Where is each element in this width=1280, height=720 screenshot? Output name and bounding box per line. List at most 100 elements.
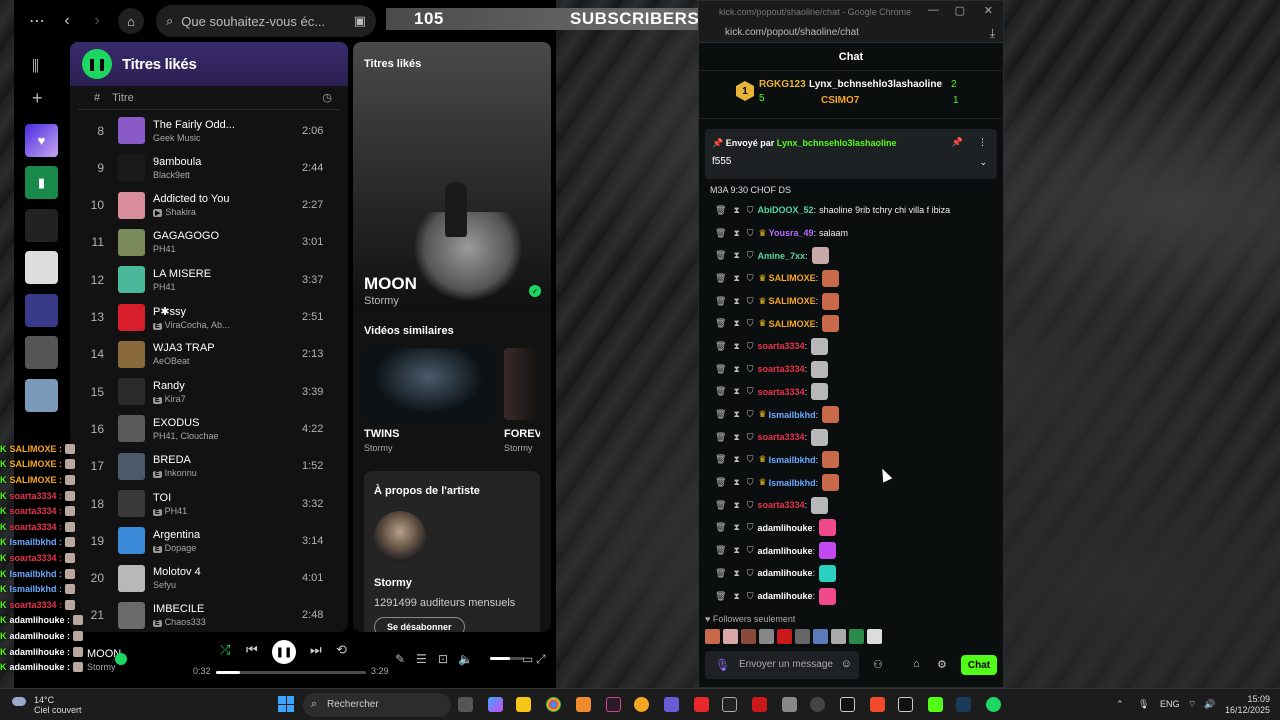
spotify-icon[interactable] (986, 697, 1001, 712)
taskbar-search[interactable]: ⌕ Rechercher (303, 693, 451, 717)
timeout-icon[interactable]: ⧗ (733, 228, 739, 239)
track-name[interactable]: Argentina (153, 529, 302, 541)
emote[interactable] (831, 629, 846, 644)
library-icon[interactable]: ⫼ (32, 58, 39, 75)
track-artist[interactable]: Kira7 (165, 394, 186, 404)
back-icon[interactable]: ‹ (58, 12, 76, 30)
ban-icon[interactable]: ⛉ (747, 522, 754, 533)
video-title[interactable]: FOREVI (504, 428, 540, 440)
liked-songs-thumb[interactable]: ♥ (25, 124, 58, 157)
app-icon[interactable] (606, 697, 621, 712)
chat-username[interactable]: Yousra_49 (769, 228, 814, 238)
app-icon[interactable] (722, 697, 737, 712)
emote[interactable] (813, 629, 828, 644)
delete-icon[interactable]: 🗑 (715, 545, 726, 556)
microphone-icon[interactable]: 🎙 (1138, 699, 1149, 710)
delete-icon[interactable]: 🗑 (715, 296, 726, 307)
saved-episodes-thumb[interactable]: ▮ (25, 166, 58, 199)
ban-icon[interactable]: ⛉ (747, 318, 754, 329)
progress-bar[interactable] (216, 671, 366, 674)
playlist-thumb[interactable] (25, 251, 58, 284)
delete-icon[interactable]: 🗑 (715, 500, 726, 511)
liked-check-icon[interactable] (115, 653, 127, 665)
ban-icon[interactable]: ⛉ (747, 477, 754, 488)
delete-icon[interactable]: 🗑 (715, 454, 726, 465)
microphone-icon[interactable]: 🎙 (715, 658, 730, 672)
emote[interactable] (759, 629, 774, 644)
chat-username[interactable]: soarta3334 (758, 341, 805, 351)
file-explorer-icon[interactable] (516, 697, 531, 712)
track-name[interactable]: Randy (153, 380, 302, 392)
track-row[interactable]: 15 Randy E Kira7 3:39 (70, 373, 348, 410)
chevron-up-icon[interactable]: ⌃ (1116, 699, 1124, 710)
timeout-icon[interactable]: ⧗ (733, 364, 739, 375)
ban-icon[interactable]: ⛉ (747, 364, 754, 375)
track-artist[interactable]: PH41 (153, 244, 176, 254)
ban-icon[interactable]: ⛉ (747, 432, 754, 443)
chat-username[interactable]: Ismailbkhd (769, 455, 816, 465)
timeout-icon[interactable]: ⧗ (733, 454, 739, 465)
browse-icon[interactable]: ▣ (354, 13, 366, 29)
delete-icon[interactable]: 🗑 (715, 477, 726, 488)
unfollow-button[interactable]: Se désabonner (374, 617, 465, 632)
delete-icon[interactable]: 🗑 (715, 364, 726, 375)
chevron-down-icon[interactable]: ⌄ (979, 157, 987, 168)
artist-name[interactable]: Stormy (374, 577, 412, 589)
timeout-icon[interactable]: ⧗ (733, 205, 739, 216)
timeout-icon[interactable]: ⧗ (733, 432, 739, 443)
delete-icon[interactable]: 🗑 (715, 341, 726, 352)
delete-icon[interactable]: 🗑 (715, 432, 726, 443)
pin-icon[interactable]: 📌 (952, 137, 963, 148)
timeout-icon[interactable]: ⧗ (733, 500, 739, 511)
track-artist[interactable]: Dopage (165, 543, 197, 553)
chat-username[interactable]: SALIMOXE (769, 319, 816, 329)
chat-username[interactable]: adamlihouke (758, 523, 813, 533)
video-thumb[interactable] (504, 348, 540, 420)
track-row[interactable]: 9 9amboula Black9ett 2:44 (70, 149, 348, 186)
chat-username[interactable]: SALIMOXE (769, 296, 816, 306)
chat-username[interactable]: Ismailbkhd (769, 410, 816, 420)
volume-slider[interactable] (490, 657, 524, 660)
playlist-thumb[interactable] (25, 336, 58, 369)
timeout-icon[interactable]: ⧗ (733, 318, 739, 329)
track-name[interactable]: WJA3 TRAP (153, 342, 302, 354)
track-row[interactable]: 11 GAGAGOGO PH41 3:01 (70, 224, 348, 261)
volume-icon[interactable]: 🔊 (1204, 699, 1215, 710)
track-artist[interactable]: PH41, Clouchae (153, 431, 219, 441)
app-icon[interactable] (782, 697, 797, 712)
maximize-icon[interactable]: ▢ (955, 4, 965, 17)
ban-icon[interactable]: ⛉ (747, 273, 754, 284)
address-bar[interactable]: kick.com/popout/shaoline/chat ⤓ (699, 23, 1003, 43)
ban-icon[interactable]: ⛉ (747, 454, 754, 465)
track-artist[interactable]: ViraCocha, Ab... (165, 320, 230, 330)
timeout-icon[interactable]: ⧗ (733, 409, 739, 420)
chat-username[interactable]: soarta3334 (758, 364, 805, 374)
track-artist[interactable]: Geek Music (153, 133, 201, 143)
repeat-icon[interactable]: ⟲ (336, 642, 347, 658)
track-name[interactable]: Addicted to You (153, 193, 302, 205)
track-row[interactable]: 12 LA MISERE PH41 3:37 (70, 261, 348, 298)
track-row[interactable]: 18 TOI E PH41 3:32 (70, 485, 348, 522)
delete-icon[interactable]: 🗑 (715, 205, 726, 216)
track-artist[interactable]: Chaos333 (165, 617, 206, 627)
home-button[interactable]: ⌂ (118, 8, 144, 34)
search-input[interactable]: ⌕ Que souhaitez-vous éc... ▣ (156, 5, 376, 37)
emote[interactable] (723, 629, 738, 644)
ban-icon[interactable]: ⛉ (747, 409, 754, 420)
download-icon[interactable]: ⤓ (990, 26, 995, 41)
timeout-icon[interactable]: ⧗ (733, 296, 739, 307)
youtube-icon[interactable] (694, 697, 709, 712)
miniplayer-icon[interactable]: ▭ (522, 652, 533, 666)
track-name[interactable]: EXODUS (153, 417, 302, 429)
emote[interactable] (867, 629, 882, 644)
track-row[interactable]: 17 BREDA E Inkonnu 1:52 (70, 448, 348, 485)
leaderboard-first-user[interactable]: RGKG123 (759, 79, 806, 90)
track-artist[interactable]: Black9ett (153, 170, 190, 180)
track-row[interactable]: 19 Argentina E Dopage 3:14 (70, 522, 348, 559)
previous-icon[interactable]: ⏮ (246, 642, 258, 658)
weather-widget[interactable]: 14°C Ciel couvert (12, 695, 82, 715)
track-name[interactable]: 9amboula (153, 156, 302, 168)
users-icon[interactable]: ⚇ (873, 658, 883, 671)
playlist-thumb[interactable] (25, 209, 58, 242)
delete-icon[interactable]: 🗑 (715, 386, 726, 397)
